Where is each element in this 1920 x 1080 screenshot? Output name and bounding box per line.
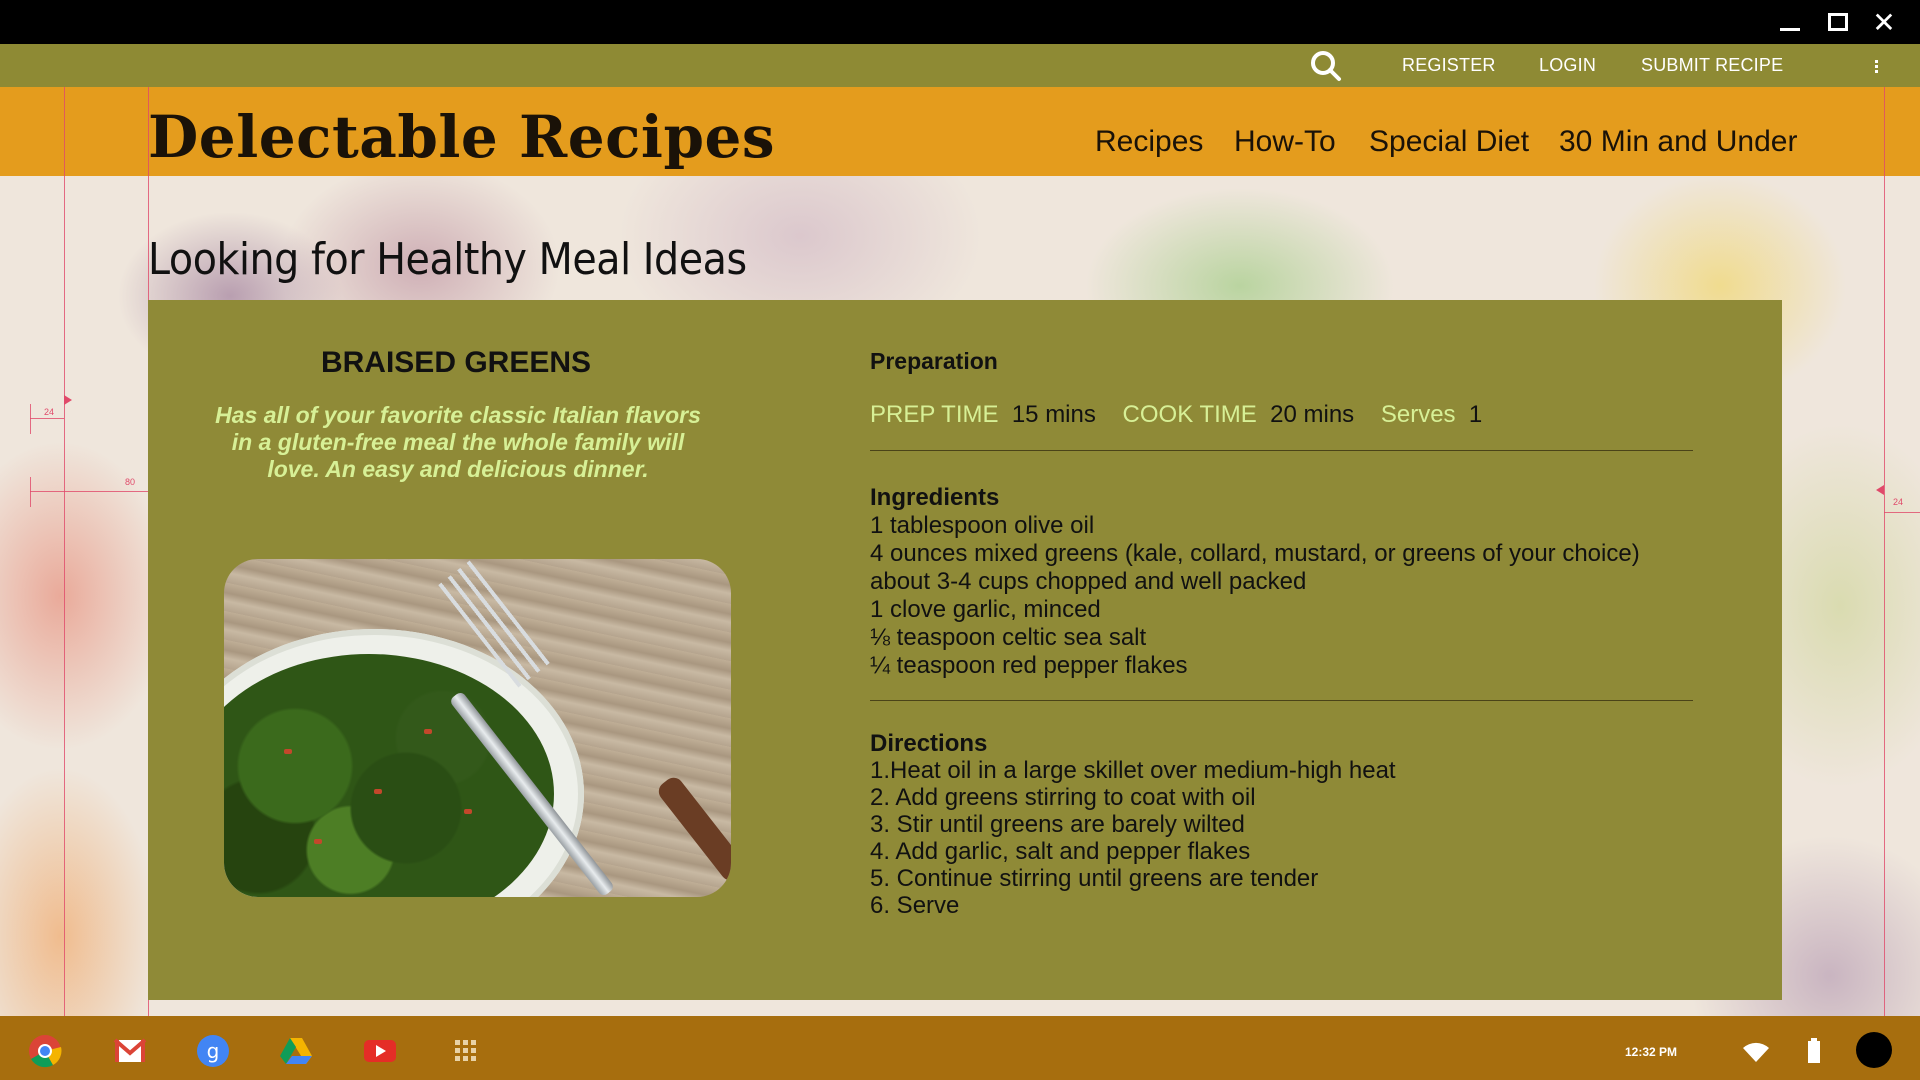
guide-measure-24 xyxy=(30,418,64,419)
guide-measure-80 xyxy=(30,491,148,492)
layout-guide-right xyxy=(1884,87,1885,1016)
direction-step: 5. Continue stirring until greens are te… xyxy=(870,865,1319,892)
nav-how-to[interactable]: How-To xyxy=(1234,125,1336,159)
guide-measure-right xyxy=(1884,512,1920,513)
page-title: Looking for Healthy Meal Ideas xyxy=(148,234,747,285)
ingredient-item: 1 clove garlic, minced xyxy=(870,596,1101,623)
google-search-icon[interactable]: g xyxy=(196,1034,230,1068)
direction-step: 6. Serve xyxy=(870,892,960,919)
guide-label-24: 24 xyxy=(44,407,55,417)
site-header: Delectable Recipes Recipes How-To Specia… xyxy=(0,87,1920,176)
register-link[interactable]: REGISTER xyxy=(1402,55,1496,76)
prep-info-row: PREP TIME 15 mins COOK TIME 20 mins Serv… xyxy=(870,401,1482,429)
direction-step: 2. Add greens stirring to coat with oil xyxy=(870,784,1256,811)
login-link[interactable]: LOGIN xyxy=(1539,55,1596,76)
recipe-card: BRAISED GREENS Has all of your favorite … xyxy=(148,300,1782,1000)
ingredient-item: ¼ teaspoon red pepper flakes xyxy=(870,652,1188,679)
nav-30-min-and-under[interactable]: 30 Min and Under xyxy=(1559,125,1797,159)
maximize-button[interactable] xyxy=(1816,0,1860,44)
battery-icon[interactable] xyxy=(1806,1038,1822,1064)
layout-guide-left xyxy=(64,87,65,1016)
pepper-fleck xyxy=(284,749,292,754)
close-icon: ✕ xyxy=(1872,5,1896,39)
minimize-icon xyxy=(1780,27,1800,31)
maximize-icon xyxy=(1828,13,1848,31)
chrome-icon[interactable] xyxy=(28,1034,62,1068)
kebab-menu-icon[interactable] xyxy=(1866,52,1886,80)
preparation-title: Preparation xyxy=(870,348,998,374)
prep-time-value: 15 mins xyxy=(1011,401,1096,428)
cook-time-value: 20 mins xyxy=(1270,401,1355,428)
ingredient-item: 1 tablespoon olive oil xyxy=(870,512,1095,539)
guide-tick xyxy=(30,404,31,434)
search-icon[interactable] xyxy=(1308,48,1344,84)
clock[interactable]: 12:32 PM xyxy=(1625,1045,1677,1059)
fork-handle xyxy=(654,773,731,885)
divider xyxy=(870,450,1693,451)
utility-bar: REGISTER LOGIN SUBMIT RECIPE xyxy=(0,44,1920,87)
svg-text:g: g xyxy=(207,1039,220,1063)
directions-title: Directions xyxy=(870,730,988,757)
serves-label: Serves xyxy=(1380,401,1456,428)
account-avatar[interactable] xyxy=(1856,1032,1892,1068)
minimize-button[interactable] xyxy=(1768,0,1812,44)
ingredient-item: 4 ounces mixed greens (kale, collard, mu… xyxy=(870,540,1640,567)
recipe-description: Has all of your favorite classic Italian… xyxy=(215,402,701,482)
ingredient-item: about 3-4 cups chopped and well packed xyxy=(870,568,1307,595)
direction-step: 1.Heat oil in a large skillet over mediu… xyxy=(870,757,1396,784)
direction-step: 3. Stir until greens are barely wilted xyxy=(870,811,1245,838)
nav-special-diet[interactable]: Special Diet xyxy=(1369,125,1529,159)
prep-time-label: PREP TIME xyxy=(870,401,999,428)
recipe-photo xyxy=(224,559,731,897)
divider xyxy=(870,700,1693,701)
guide-arrow xyxy=(1876,485,1884,495)
direction-step: 4. Add garlic, salt and pepper flakes xyxy=(870,838,1251,865)
pepper-fleck xyxy=(424,729,432,734)
pepper-fleck xyxy=(374,789,382,794)
serves-value: 1 xyxy=(1468,401,1483,428)
youtube-icon[interactable] xyxy=(363,1034,397,1068)
drive-icon[interactable] xyxy=(279,1034,313,1068)
submit-recipe-link[interactable]: SUBMIT RECIPE xyxy=(1641,55,1783,76)
recipe-title: BRAISED GREENS xyxy=(320,346,592,379)
pepper-fleck xyxy=(314,839,322,844)
wifi-icon[interactable] xyxy=(1742,1040,1770,1064)
app-launcher-icon[interactable] xyxy=(449,1034,483,1068)
close-button[interactable]: ✕ xyxy=(1862,0,1906,44)
pepper-fleck xyxy=(464,809,472,814)
guide-tick xyxy=(30,477,31,507)
ingredient-item: ⅛ teaspoon celtic sea salt xyxy=(870,624,1147,651)
ingredients-title: Ingredients xyxy=(870,484,1000,511)
guide-arrow xyxy=(64,395,72,405)
guide-label-80: 80 xyxy=(125,477,136,487)
gmail-icon[interactable] xyxy=(113,1034,147,1068)
guide-label-right: 24 xyxy=(1893,497,1904,507)
nav-recipes[interactable]: Recipes xyxy=(1095,125,1203,159)
site-logo[interactable]: Delectable Recipes xyxy=(148,103,775,171)
window-titlebar: ✕ xyxy=(0,0,1920,44)
cook-time-label: COOK TIME xyxy=(1122,401,1257,428)
